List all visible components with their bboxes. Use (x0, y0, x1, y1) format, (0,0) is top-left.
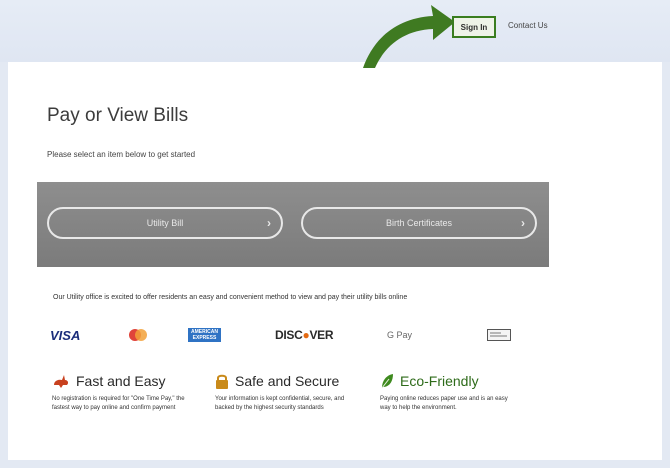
chevron-right-icon: › (267, 216, 271, 230)
leaf-icon (381, 374, 393, 389)
mastercard-logo (128, 326, 148, 344)
feature-eco-friendly: Eco-Friendly Paying online reduces paper… (380, 373, 530, 413)
amex-line-2: EXPRESS (192, 335, 217, 341)
feature-title-safe-secure: Safe and Secure (235, 373, 340, 389)
header-band (0, 0, 670, 62)
feature-desc-eco-friendly: Paying online reduces paper use and is a… (380, 396, 508, 411)
feature-desc-safe-secure: Your information is kept confidential, s… (215, 396, 345, 411)
page-subtitle: Please select an item below to get start… (47, 150, 196, 159)
payment-methods: VISA AMERICAN EXPRESS DISC ● VER G Pay (50, 326, 520, 346)
feature-desc-fast-easy: No registration is required for "One Tim… (52, 396, 185, 411)
utility-bill-label: Utility Bill (146, 218, 184, 228)
rabbit-icon (54, 375, 69, 388)
bill-selection-banner: Utility Bill › Birth Certificates › (37, 182, 549, 267)
feature-fast-easy: Fast and Easy No registration is require… (52, 373, 202, 413)
google-pay-logo: G Pay (387, 330, 413, 340)
discover-dot: ● (302, 328, 310, 342)
intro-text: Our Utility office is excited to offer r… (53, 294, 408, 301)
discover-text-b: VER (309, 328, 334, 342)
arrow-annotation-icon (363, 5, 455, 68)
echeck-icon (487, 326, 511, 344)
birth-certificates-button[interactable]: Birth Certificates › (301, 207, 537, 239)
birth-certificates-label: Birth Certificates (385, 218, 453, 228)
lock-icon (216, 374, 228, 389)
page-title: Pay or View Bills (47, 105, 189, 126)
feature-title-eco-friendly: Eco-Friendly (400, 373, 479, 389)
contact-us-link[interactable]: Contact Us (508, 21, 548, 30)
discover-logo: DISC ● VER (275, 326, 334, 344)
amex-logo: AMERICAN EXPRESS (188, 326, 221, 344)
feature-safe-secure: Safe and Secure Your information is kept… (215, 373, 365, 413)
utility-bill-button[interactable]: Utility Bill › (47, 207, 283, 239)
discover-text-a: DISC (275, 328, 303, 342)
feature-title-fast-easy: Fast and Easy (76, 373, 166, 389)
chevron-right-icon: › (521, 216, 525, 230)
visa-logo: VISA (50, 327, 81, 343)
sign-in-button[interactable]: Sign In (452, 16, 496, 38)
